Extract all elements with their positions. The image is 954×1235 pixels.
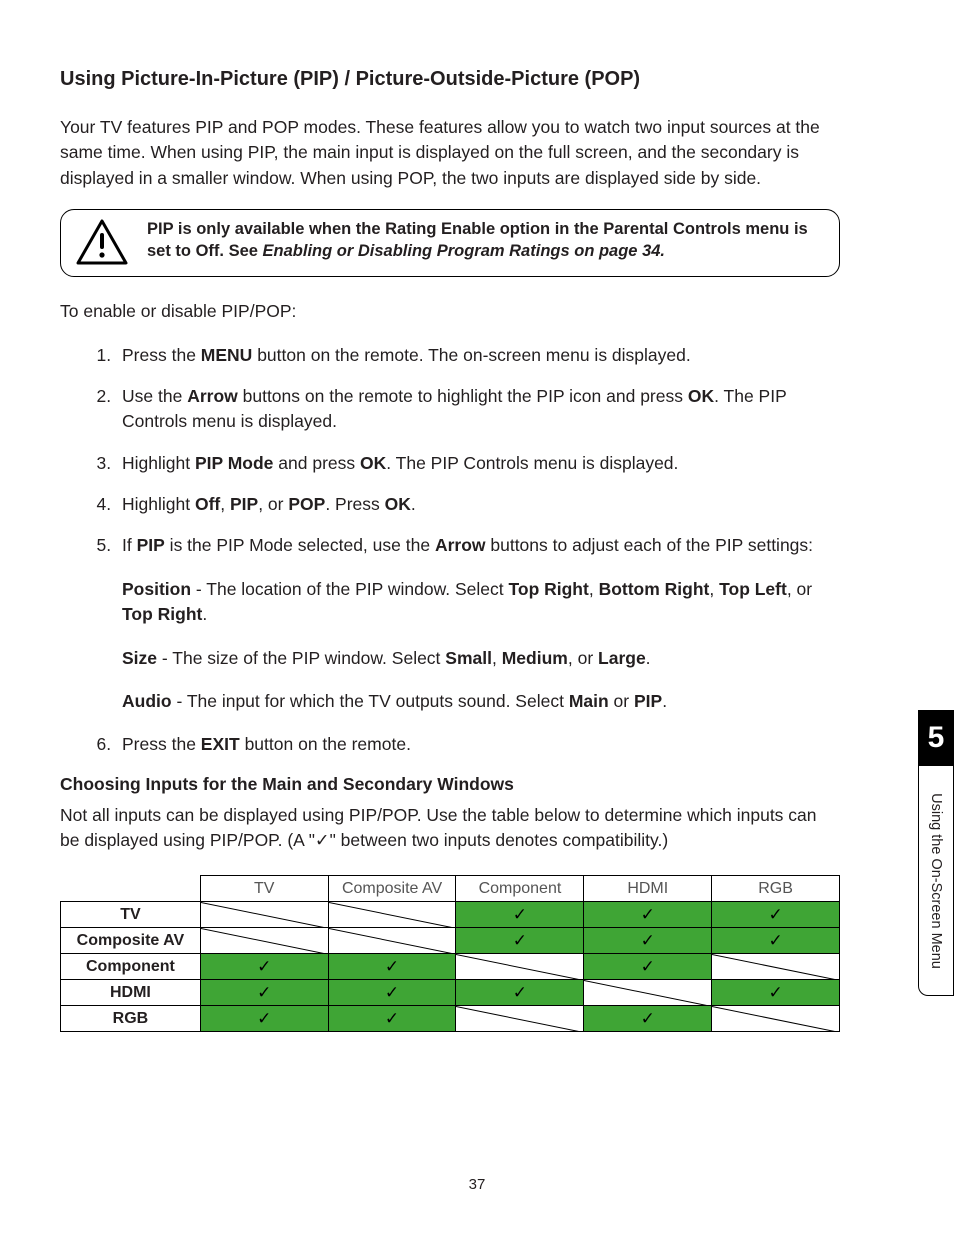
table-cell	[456, 902, 584, 928]
table-cell	[456, 928, 584, 954]
table-cell	[328, 980, 456, 1006]
step-3: Highlight PIP Mode and press OK. The PIP…	[116, 451, 840, 476]
step-4: Highlight Off, PIP, or POP. Press OK.	[116, 492, 840, 517]
table-row-header: Component	[61, 954, 201, 980]
warning-icon	[75, 218, 129, 266]
table-cell	[328, 928, 456, 954]
table-cell	[712, 954, 840, 980]
table-cell	[456, 980, 584, 1006]
warning-text: PIP is only available when the Rating En…	[147, 218, 825, 263]
step-5-position: Position - The location of the PIP windo…	[122, 577, 840, 628]
section-heading: Using Picture-In-Picture (PIP) / Picture…	[60, 68, 840, 91]
table-col-header: HDMI	[584, 876, 712, 902]
table-cell	[328, 902, 456, 928]
table-cell	[200, 1006, 328, 1032]
table-row-header: TV	[61, 902, 201, 928]
table-cell	[200, 902, 328, 928]
table-cell	[456, 1006, 584, 1032]
table-cell	[712, 928, 840, 954]
step-6: Press the EXIT button on the remote.	[116, 732, 840, 757]
table-col-header: Component	[456, 876, 584, 902]
table-cell	[584, 902, 712, 928]
step-5-size: Size - The size of the PIP window. Selec…	[122, 646, 840, 671]
table-row-header: RGB	[61, 1006, 201, 1032]
steps-lead: To enable or disable PIP/POP:	[60, 299, 840, 324]
step-1: Press the MENU button on the remote. The…	[116, 343, 840, 368]
compatibility-table: TVComposite AVComponentHDMIRGBTVComposit…	[60, 875, 840, 1032]
table-col-header: RGB	[712, 876, 840, 902]
table-corner	[61, 876, 201, 902]
subsection-heading: Choosing Inputs for the Main and Seconda…	[60, 774, 840, 795]
chapter-label: Using the On-Screen Menu	[928, 793, 944, 969]
warning-callout: PIP is only available when the Rating En…	[60, 209, 840, 277]
step-2: Use the Arrow buttons on the remote to h…	[116, 384, 840, 435]
table-row-header: HDMI	[61, 980, 201, 1006]
chapter-label-rail: Using the On-Screen Menu	[918, 766, 954, 996]
table-cell	[200, 928, 328, 954]
chapter-number: 5	[918, 710, 954, 766]
table-cell	[584, 954, 712, 980]
table-cell	[712, 902, 840, 928]
table-col-header: TV	[200, 876, 328, 902]
step-5-audio: Audio - The input for which the TV outpu…	[122, 689, 840, 714]
table-cell	[712, 980, 840, 1006]
table-cell	[456, 954, 584, 980]
table-row-header: Composite AV	[61, 928, 201, 954]
table-cell	[584, 928, 712, 954]
table-cell	[328, 954, 456, 980]
table-cell	[712, 1006, 840, 1032]
table-cell	[200, 954, 328, 980]
table-cell	[584, 1006, 712, 1032]
table-cell	[200, 980, 328, 1006]
steps-list: Press the MENU button on the remote. The…	[60, 343, 840, 758]
table-col-header: Composite AV	[328, 876, 456, 902]
page-number: 37	[0, 1176, 954, 1193]
intro-paragraph: Your TV features PIP and POP modes. Thes…	[60, 115, 840, 191]
table-cell	[584, 980, 712, 1006]
chapter-tab: 5 Using the On-Screen Menu	[918, 710, 954, 996]
subsection-text: Not all inputs can be displayed using PI…	[60, 803, 840, 854]
table-cell	[328, 1006, 456, 1032]
step-5: If PIP is the PIP Mode selected, use the…	[116, 533, 840, 714]
